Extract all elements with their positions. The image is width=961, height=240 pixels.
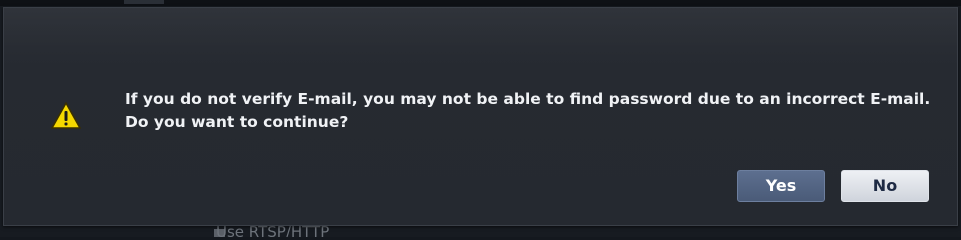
dialog-message-line-1: If you do not verify E-mail, you may not… — [125, 90, 931, 108]
confirmation-dialog: If you do not verify E-mail, you may not… — [3, 7, 958, 226]
background-tab-edge — [124, 0, 164, 4]
no-button[interactable]: No — [841, 170, 929, 202]
dialog-sheen — [4, 8, 957, 68]
warning-icon — [51, 102, 81, 129]
yes-button[interactable]: Yes — [737, 170, 825, 202]
dialog-message: If you do not verify E-mail, you may not… — [125, 88, 945, 134]
dialog-message-line-2: Do you want to continue? — [125, 113, 349, 131]
